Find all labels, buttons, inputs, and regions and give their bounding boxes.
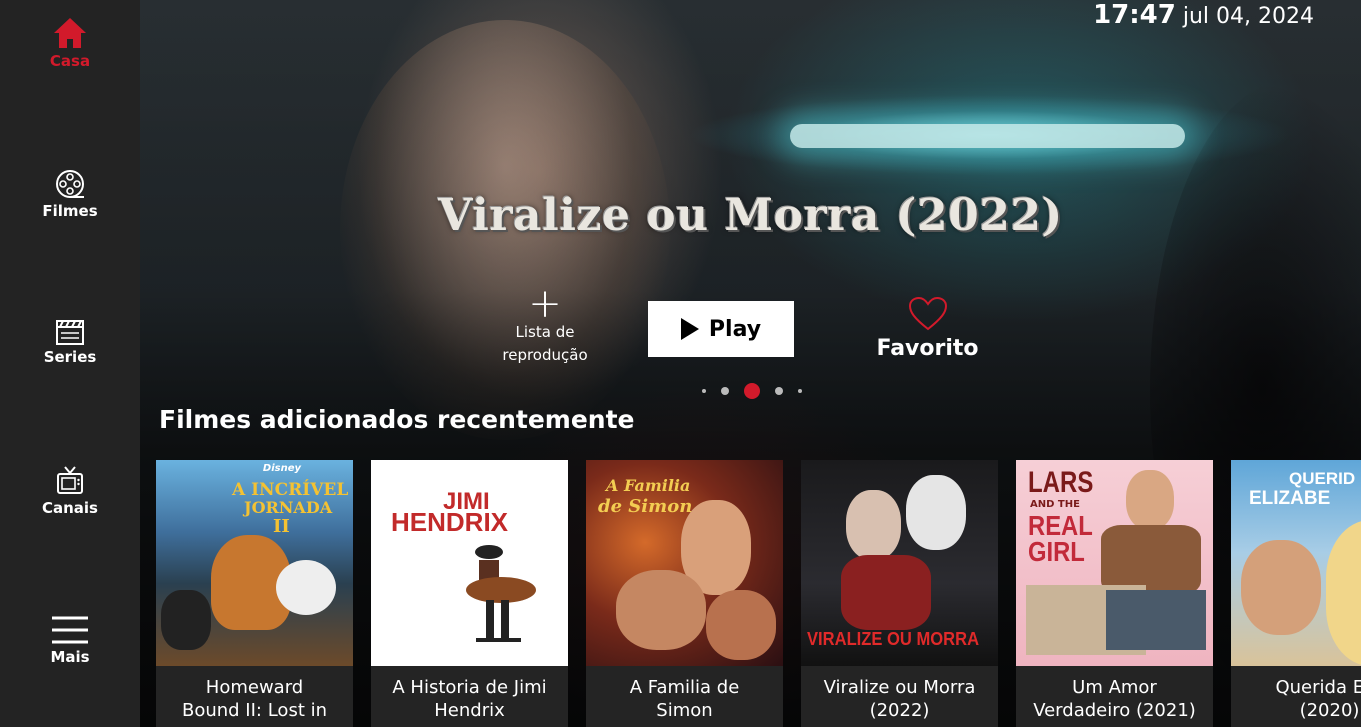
movie-caption: Querida Eliz (2020) [1231,666,1361,727]
movie-row: Disney A INCRÍVEL JORNADA II Homeward Bo… [156,460,1361,727]
caption-line: Viralize ou Morra [823,677,976,698]
movie-poster: JIMI HENDRIX [371,460,568,666]
poster-figure [466,545,536,642]
clock: 17:47 jul 04, 2024 [1093,0,1314,30]
clapperboard-icon [56,320,84,345]
movie-card[interactable]: A Familia de Simon A Familia de Simon [586,460,783,727]
poster-brand: Disney [262,463,301,474]
add-label-line1: Lista de [515,323,575,341]
movie-card[interactable]: Disney A INCRÍVEL JORNADA II Homeward Bo… [156,460,353,727]
sidebar-item-label: Mais [50,648,90,666]
film-reel-icon [56,170,84,198]
play-button[interactable]: Play [648,301,794,357]
poster-title: II [273,516,290,537]
movie-poster: LARS AND THE REAL GIRL [1016,460,1213,666]
sidebar-item-filmes[interactable]: Filmes [0,168,140,220]
poster-title: HENDRIX [391,507,509,537]
movie-caption: Homeward Bound II: Lost in [156,666,353,727]
caption-line: Hendrix [434,700,505,721]
sidebar-item-mais[interactable]: Mais [0,614,140,666]
carousel-dot[interactable] [775,387,783,395]
caption-line: Um Amor [1072,677,1157,698]
clock-date: jul 04, 2024 [1182,4,1314,29]
caption-line: Bound II: Lost in [181,700,328,721]
movie-poster: VIRALIZE OU MORRA [801,460,998,666]
sidebar-item-label: Series [43,348,97,366]
sidebar-item-canais[interactable]: Canais [0,465,140,517]
sidebar-item-casa[interactable]: Casa [0,16,140,70]
poster-title: QUERID [1289,469,1356,488]
heart-icon [908,296,947,331]
carousel-dot-active[interactable] [744,383,760,399]
section-title: Filmes adicionados recentemente [159,405,635,434]
carousel-dot[interactable] [798,389,802,393]
favorite-label: Favorito [876,336,979,361]
poster-title: ELIZABE [1249,488,1331,509]
poster-title: A Familia [606,476,691,495]
poster-figure [1106,590,1206,650]
movie-caption: Viralize ou Morra (2022) [801,666,998,727]
caption-line: Homeward [205,677,304,698]
poster-figure [846,490,901,560]
caption-line: A Historia de Jimi [392,677,547,698]
movie-card[interactable]: LARS AND THE REAL GIRL Um Amor Verdadeir… [1016,460,1213,727]
poster-figure [1326,520,1361,666]
poster-figure [906,475,966,550]
movie-poster: A Familia de Simon [586,460,783,666]
movie-card[interactable]: VIRALIZE OU MORRA Viralize ou Morra (202… [801,460,998,727]
poster-title: VIRALIZE OU MORRA [807,629,980,649]
poster-figure [616,570,706,650]
play-icon [680,318,699,340]
sidebar-item-label: Casa [49,52,91,70]
plus-icon: + [528,281,562,327]
poster-title: JORNADA [244,498,333,517]
sidebar-item-label: Filmes [42,202,98,220]
movie-poster: Disney A INCRÍVEL JORNADA II [156,460,353,666]
menu-icon [52,616,88,644]
poster-title: A INCRÍVEL [232,480,349,500]
caption-line: Querida Eliz [1275,677,1361,698]
poster-figure [276,560,336,615]
tv-icon [57,466,83,494]
poster-figure [841,555,931,630]
carousel-dot[interactable] [721,387,729,395]
movie-caption: A Historia de Jimi Hendrix [371,666,568,727]
movie-caption: Um Amor Verdadeiro (2021) [1016,666,1213,727]
hero-title: Viralize ou Morra (2022) [438,190,1063,241]
caption-line: Simon [656,700,713,721]
caption-line: A Familia de [629,677,740,698]
poster-title: AND THE [1030,499,1080,510]
clock-time: 17:47 [1093,0,1176,30]
play-label: Play [708,316,762,342]
poster-title: GIRL [1028,536,1085,567]
poster-figure [161,590,211,650]
carousel-indicator [702,383,802,399]
movie-card[interactable]: JIMI HENDRIX A Historia de Jimi Hendrix [371,460,568,727]
favorite-button[interactable]: Favorito [865,296,990,361]
home-icon [54,18,86,48]
poster-title: de Simon [598,496,693,517]
sidebar-item-label: Canais [41,499,98,517]
poster-figure [1241,540,1321,635]
poster-figure [706,590,776,660]
caption-line: (2022) [869,700,930,721]
caption-line: (2020) [1299,700,1360,721]
movie-card[interactable]: QUERID ELIZABE Querida Eliz (2020) [1231,460,1361,727]
caption-line: Verdadeiro (2021) [1033,700,1196,721]
hero-banner: 17:47 jul 04, 2024 Viralize ou Morra (20… [140,0,1361,727]
add-label-line2: reprodução [502,346,588,364]
carousel-dot[interactable] [702,389,706,393]
poster-title: LARS [1028,466,1094,499]
sidebar-item-series[interactable]: Series [0,316,140,366]
movie-poster: QUERID ELIZABE [1231,460,1361,666]
sidebar: Casa Filmes Series Canais Mais [0,0,140,727]
add-to-playlist-button[interactable]: + Lista de reprodução [483,281,607,367]
movie-caption: A Familia de Simon [586,666,783,727]
poster-figure [1126,470,1174,530]
